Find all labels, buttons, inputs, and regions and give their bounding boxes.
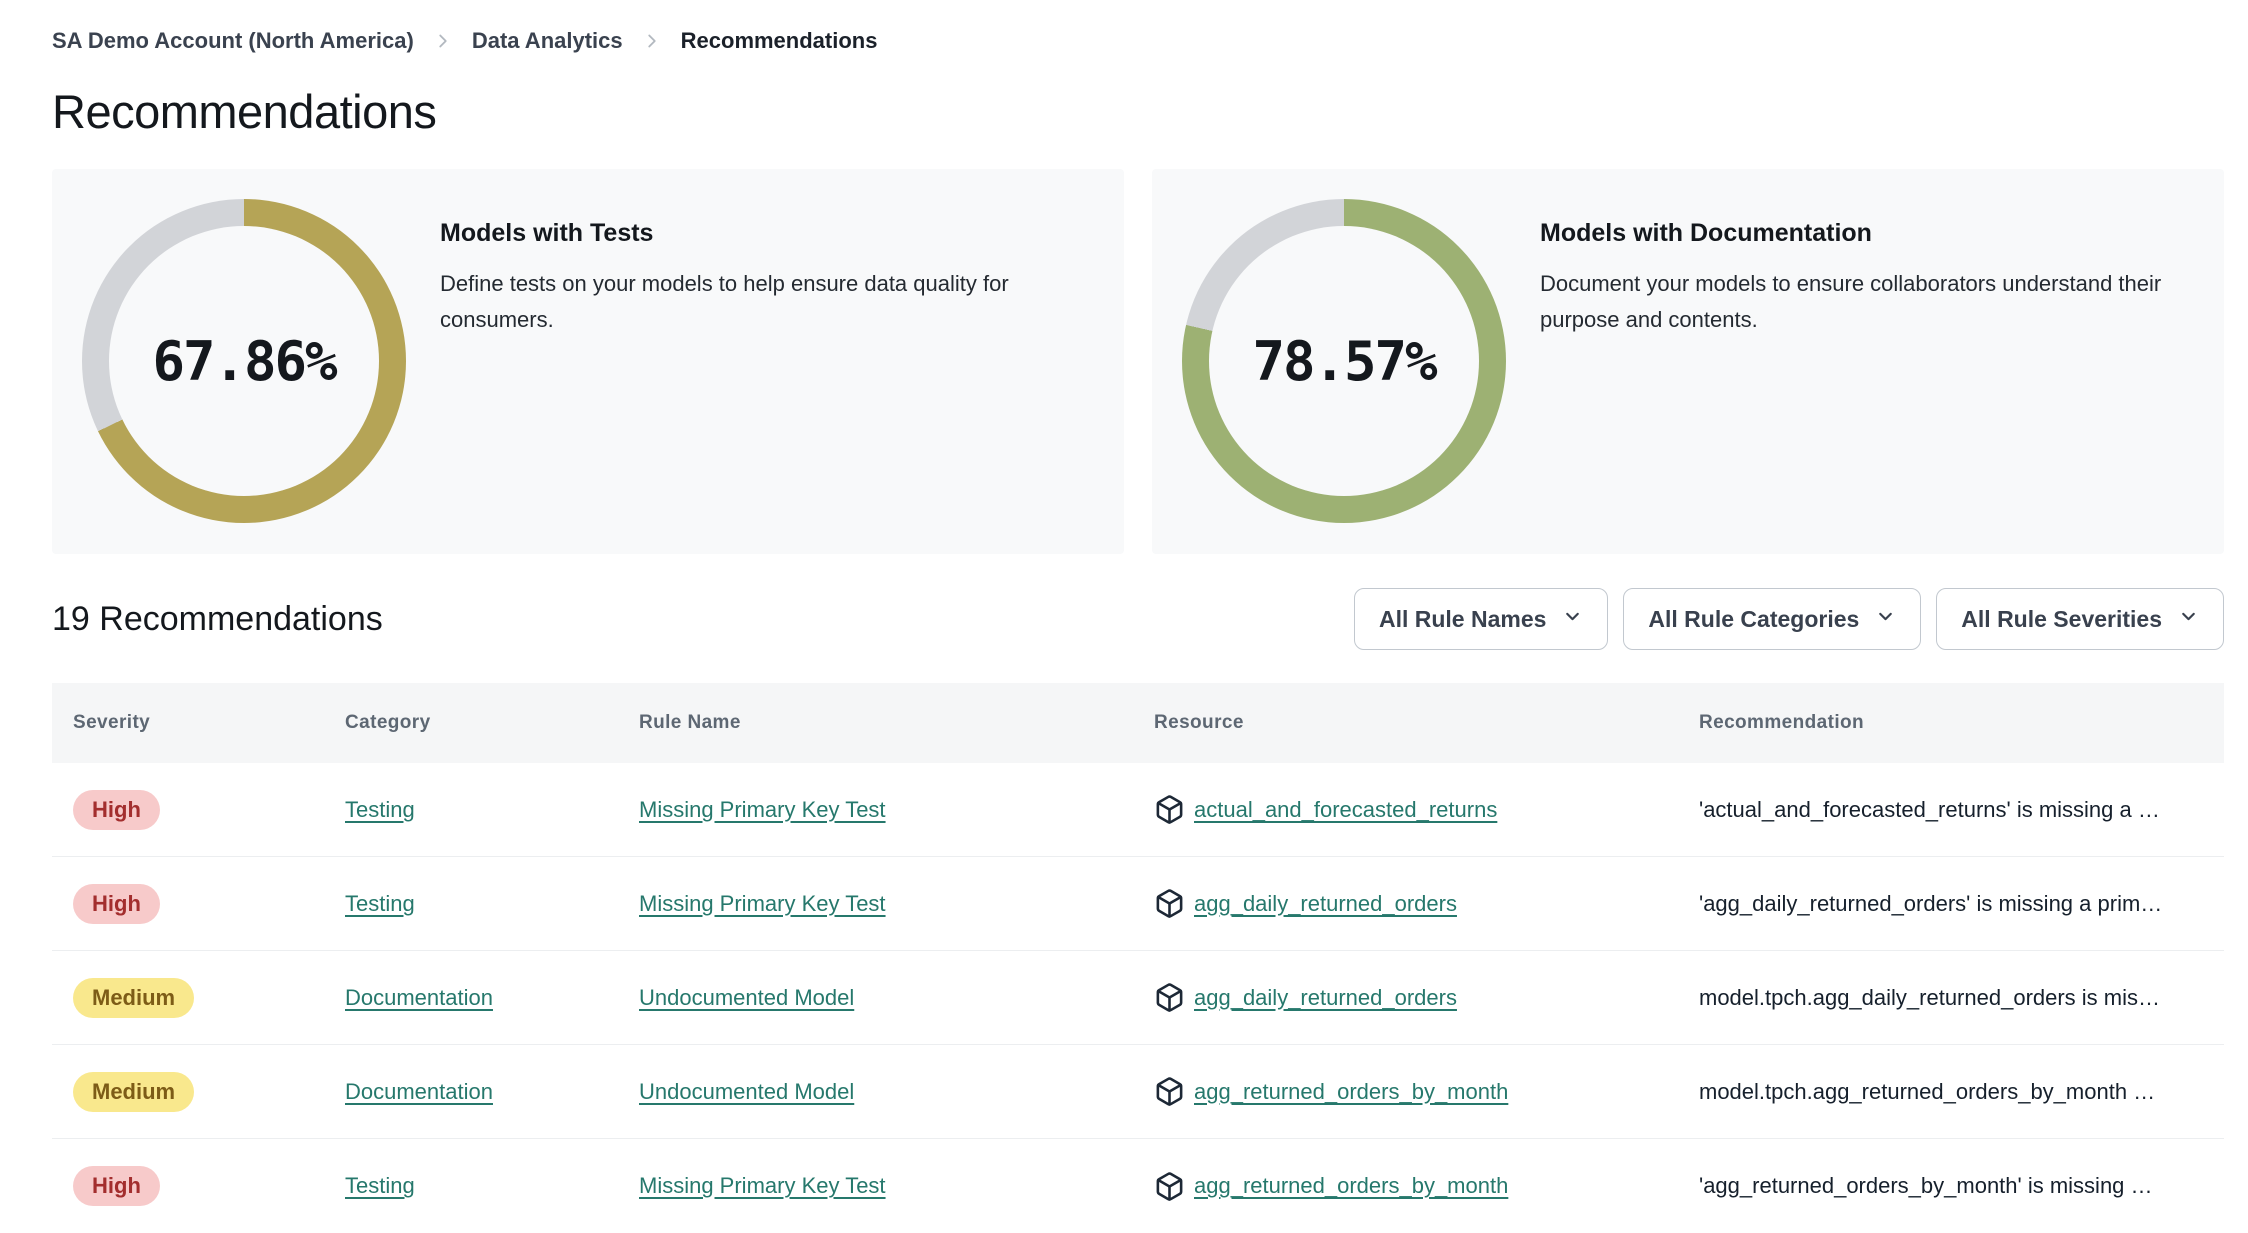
breadcrumb: SA Demo Account (North America) Data Ana…	[52, 24, 2224, 58]
chevron-down-icon	[1562, 606, 1583, 633]
chevron-right-icon	[641, 30, 663, 52]
rule-name-link[interactable]: Undocumented Model	[639, 1079, 854, 1104]
dropdown-label: All Rule Categories	[1648, 605, 1860, 632]
table-row: Medium Documentation Undocumented Model …	[52, 951, 2224, 1045]
all-rule-severities-dropdown[interactable]: All Rule Severities	[1936, 588, 2224, 650]
table-row: Medium Documentation Undocumented Model …	[52, 1045, 2224, 1139]
category-link[interactable]: Testing	[345, 1173, 415, 1198]
resource-link[interactable]: actual_and_forecasted_returns	[1194, 797, 1497, 823]
summary-cards: 67.86% Models with Tests Define tests on…	[52, 169, 2224, 554]
card-title: Models with Documentation	[1540, 219, 1872, 247]
cube-icon	[1154, 982, 1185, 1013]
table-row: High Testing Missing Primary Key Test ag…	[52, 1139, 2224, 1233]
models-with-tests-donut-chart: 67.86%	[82, 199, 406, 523]
chevron-down-icon	[2178, 606, 2199, 633]
chevron-right-icon	[432, 30, 454, 52]
table-row: High Testing Missing Primary Key Test ac…	[52, 763, 2224, 857]
card-text: Models with Tests Define tests on your m…	[440, 199, 1080, 524]
category-link[interactable]: Testing	[345, 797, 415, 822]
category-link[interactable]: Documentation	[345, 1079, 493, 1104]
recommendation-text: 'agg_daily_returned_orders' is missing a…	[1699, 890, 2163, 916]
models-with-tests-card: 67.86% Models with Tests Define tests on…	[52, 169, 1124, 554]
models-with-documentation-card: 78.57% Models with Documentation Documen…	[1152, 169, 2224, 554]
table-header-row: Severity Category Rule Name Resource Rec…	[52, 683, 2224, 763]
all-rule-names-dropdown[interactable]: All Rule Names	[1353, 588, 1609, 650]
list-header-row: 19 Recommendations All Rule Names All Ru…	[52, 588, 2224, 650]
breadcrumb-current: Recommendations	[680, 28, 878, 53]
rule-name-link[interactable]: Missing Primary Key Test	[639, 1173, 886, 1198]
resource-link[interactable]: agg_returned_orders_by_month	[1194, 1173, 1508, 1199]
table-row: High Testing Missing Primary Key Test ag…	[52, 857, 2224, 951]
resource-link[interactable]: agg_daily_returned_orders	[1194, 985, 1457, 1011]
breadcrumb-account-link[interactable]: SA Demo Account (North America)	[52, 28, 414, 54]
rule-name-link[interactable]: Undocumented Model	[639, 985, 854, 1010]
rule-name-link[interactable]: Missing Primary Key Test	[639, 797, 886, 822]
cube-icon	[1154, 794, 1185, 825]
column-header-rule-name: Rule Name	[639, 712, 741, 733]
page-title: Recommendations	[52, 85, 437, 138]
card-title: Models with Tests	[440, 219, 654, 247]
severity-badge: High	[73, 789, 160, 830]
recommendation-text: model.tpch.agg_daily_returned_orders is …	[1699, 984, 2161, 1010]
donut-percentage-label: 67.86%	[152, 329, 337, 393]
rule-name-link[interactable]: Missing Primary Key Test	[639, 891, 886, 916]
recommendation-text: 'agg_returned_orders_by_month' is missin…	[1699, 1173, 2153, 1198]
category-link[interactable]: Testing	[345, 891, 415, 916]
cube-icon	[1154, 1171, 1185, 1202]
recommendation-text: model.tpch.agg_returned_orders_by_month …	[1699, 1078, 2156, 1104]
card-description: Document your models to ensure collabora…	[1540, 271, 2162, 333]
filter-bar: All Rule Names All Rule Categories All R…	[1353, 588, 2224, 650]
card-description: Define tests on your models to help ensu…	[440, 271, 1009, 333]
severity-badge: Medium	[73, 977, 195, 1018]
recommendation-text: 'actual_and_forecasted_returns' is missi…	[1699, 796, 2160, 822]
column-header-category: Category	[345, 712, 431, 733]
recommendations-page: SA Demo Account (North America) Data Ana…	[0, 0, 2248, 1233]
column-header-resource: Resource	[1154, 712, 1244, 733]
severity-badge: Medium	[73, 1071, 195, 1112]
dropdown-label: All Rule Names	[1378, 605, 1547, 632]
cube-icon	[1154, 1076, 1185, 1107]
resource-link[interactable]: agg_returned_orders_by_month	[1194, 1079, 1508, 1105]
category-link[interactable]: Documentation	[345, 985, 493, 1010]
column-header-recommendation: Recommendation	[1699, 712, 1865, 733]
severity-badge: High	[73, 1166, 160, 1206]
resource-link[interactable]: agg_daily_returned_orders	[1194, 891, 1457, 917]
recommendations-table: Severity Category Rule Name Resource Rec…	[52, 683, 2224, 1233]
recommendations-count-heading: 19 Recommendations	[52, 599, 383, 638]
column-header-severity: Severity	[73, 712, 151, 733]
models-with-documentation-donut-chart: 78.57%	[1182, 199, 1506, 523]
all-rule-categories-dropdown[interactable]: All Rule Categories	[1623, 588, 1922, 650]
severity-badge: High	[73, 883, 160, 924]
cube-icon	[1154, 888, 1185, 919]
chevron-down-icon	[1875, 606, 1896, 633]
card-text: Models with Documentation Document your …	[1540, 199, 2180, 524]
dropdown-label: All Rule Severities	[1961, 605, 2162, 632]
donut-percentage-label: 78.57%	[1252, 329, 1437, 393]
breadcrumb-project-link[interactable]: Data Analytics	[472, 28, 623, 54]
